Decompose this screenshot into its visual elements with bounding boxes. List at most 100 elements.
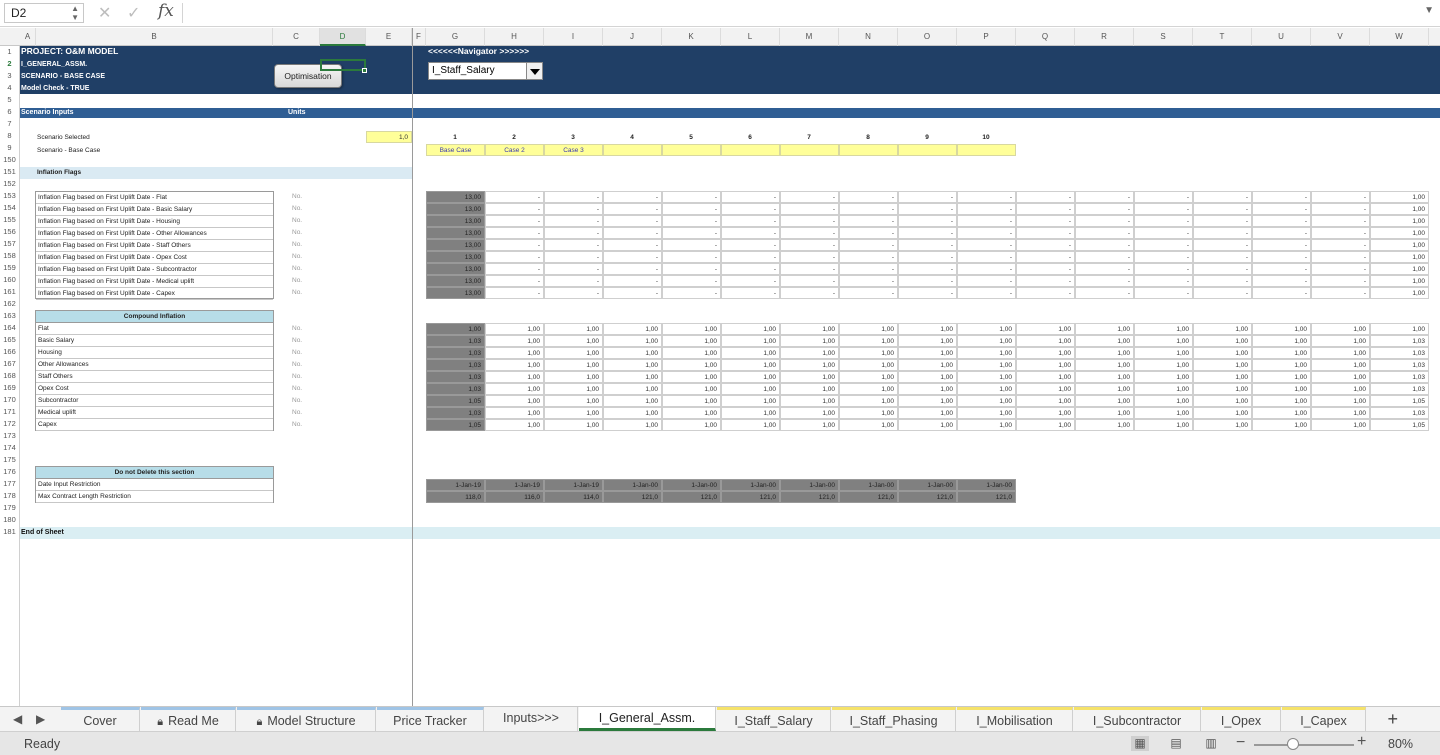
scenario-case-cell[interactable]: Case 2: [485, 144, 544, 156]
sheet-tab-i-staff-salary[interactable]: I_Staff_Salary: [717, 707, 831, 731]
compound-inflation-value[interactable]: 1,00: [780, 347, 839, 359]
inflation-flag-value[interactable]: -: [957, 251, 1016, 263]
restriction-length[interactable]: 121,0: [603, 491, 662, 503]
sheet-tab-i-subcontractor[interactable]: I_Subcontractor: [1074, 707, 1201, 731]
name-box[interactable]: D2 ▲ ▼: [4, 3, 84, 23]
restriction-date[interactable]: 1-Jan-00: [780, 479, 839, 491]
row-header-181[interactable]: 181: [0, 526, 19, 538]
inflation-flag-value[interactable]: -: [1016, 287, 1075, 299]
compound-inflation-value[interactable]: 1,00: [1075, 407, 1134, 419]
inflation-flag-value[interactable]: -: [839, 275, 898, 287]
inflation-flag-value[interactable]: -: [662, 239, 721, 251]
scenario-selected-input[interactable]: 1,0: [366, 131, 412, 143]
scenario-case-cell[interactable]: [839, 144, 898, 156]
compound-inflation-value[interactable]: 1,00: [1016, 335, 1075, 347]
sheet-tab-cover[interactable]: Cover: [61, 707, 140, 731]
name-box-stepper-icon[interactable]: ▲ ▼: [71, 4, 79, 22]
inflation-flag-value[interactable]: -: [957, 287, 1016, 299]
scenario-case-cell[interactable]: [957, 144, 1016, 156]
compound-inflation-value[interactable]: 1,00: [485, 347, 544, 359]
inflation-flag-value[interactable]: -: [544, 287, 603, 299]
inflation-flag-value[interactable]: -: [839, 239, 898, 251]
inflation-flag-value[interactable]: -: [1193, 251, 1252, 263]
compound-inflation-value[interactable]: 1,00: [898, 371, 957, 383]
row-header-7[interactable]: 7: [0, 118, 19, 130]
restriction-length[interactable]: 121,0: [898, 491, 957, 503]
compound-inflation-value[interactable]: 1,00: [662, 347, 721, 359]
scenario-case-cell[interactable]: [780, 144, 839, 156]
inflation-flag-value[interactable]: -: [485, 239, 544, 251]
compound-inflation-value[interactable]: 1,00: [1193, 359, 1252, 371]
compound-inflation-value[interactable]: 1,00: [603, 383, 662, 395]
tab-scroll-right-icon[interactable]: ▶: [36, 712, 45, 726]
compound-inflation-value[interactable]: 1,00: [1075, 359, 1134, 371]
compound-inflation-value[interactable]: 1,00: [544, 419, 603, 431]
inflation-flag-value[interactable]: -: [603, 275, 662, 287]
compound-inflation-value[interactable]: 1,00: [1075, 395, 1134, 407]
compound-inflation-value[interactable]: 1,00: [603, 407, 662, 419]
inflation-flag-value[interactable]: -: [839, 287, 898, 299]
sheet-tab-i-general-assm-[interactable]: I_General_Assm.: [579, 707, 716, 731]
column-header-v[interactable]: V: [1311, 28, 1370, 46]
inflation-flag-value[interactable]: -: [1016, 239, 1075, 251]
compound-inflation-value[interactable]: 1,00: [485, 323, 544, 335]
compound-inflation-value[interactable]: 1,00: [1134, 395, 1193, 407]
compound-inflation-value[interactable]: 1,00: [544, 371, 603, 383]
sheet-tab-price-tracker[interactable]: Price Tracker: [377, 707, 484, 731]
row-header-150[interactable]: 150: [0, 154, 19, 166]
row-header-152[interactable]: 152: [0, 178, 19, 190]
compound-inflation-value[interactable]: 1,00: [544, 383, 603, 395]
sheet-tab-inputs-[interactable]: Inputs>>>: [485, 707, 578, 731]
inflation-flag-value[interactable]: -: [721, 215, 780, 227]
compound-inflation-value[interactable]: 1,00: [662, 395, 721, 407]
cancel-icon[interactable]: ✕: [98, 3, 111, 23]
page-layout-view-icon[interactable]: ▤: [1167, 736, 1185, 751]
inflation-flag-value[interactable]: -: [1075, 251, 1134, 263]
inflation-flag-value[interactable]: -: [957, 275, 1016, 287]
compound-inflation-value[interactable]: 1,00: [721, 371, 780, 383]
inflation-flag-value[interactable]: -: [1311, 263, 1370, 275]
compound-inflation-value[interactable]: 1,00: [780, 323, 839, 335]
inflation-flag-value[interactable]: -: [544, 239, 603, 251]
compound-inflation-value[interactable]: 1,00: [898, 395, 957, 407]
compound-inflation-value[interactable]: 1,05: [1370, 419, 1429, 431]
inflation-flag-value[interactable]: -: [839, 263, 898, 275]
inflation-flag-value[interactable]: 13,00: [426, 215, 485, 227]
row-header-164[interactable]: 164: [0, 322, 19, 334]
inflation-flag-value[interactable]: 1,00: [1370, 287, 1429, 299]
inflation-flag-value[interactable]: -: [662, 191, 721, 203]
inflation-flag-value[interactable]: -: [1311, 239, 1370, 251]
inflation-flag-value[interactable]: -: [721, 251, 780, 263]
inflation-flag-value[interactable]: 13,00: [426, 263, 485, 275]
inflation-flag-value[interactable]: 13,00: [426, 251, 485, 263]
compound-inflation-value[interactable]: 1,00: [1193, 323, 1252, 335]
inflation-flag-value[interactable]: -: [544, 251, 603, 263]
compound-inflation-value[interactable]: 1,00: [1311, 419, 1370, 431]
inflation-flag-value[interactable]: 1,00: [1370, 239, 1429, 251]
compound-inflation-value[interactable]: 1,00: [1193, 419, 1252, 431]
inflation-flag-value[interactable]: -: [839, 215, 898, 227]
compound-inflation-value[interactable]: 1,00: [898, 359, 957, 371]
compound-inflation-value[interactable]: 1,00: [603, 359, 662, 371]
compound-inflation-value[interactable]: 1,00: [1311, 407, 1370, 419]
scenario-case-cell[interactable]: [721, 144, 780, 156]
compound-inflation-value[interactable]: 1,00: [898, 383, 957, 395]
inflation-flag-value[interactable]: 1,00: [1370, 251, 1429, 263]
row-header-8[interactable]: 8: [0, 130, 19, 142]
compound-inflation-value[interactable]: 1,00: [721, 407, 780, 419]
inflation-flag-value[interactable]: -: [1134, 275, 1193, 287]
compound-inflation-value[interactable]: 1,03: [426, 371, 485, 383]
sheet-tab-i-staff-phasing[interactable]: I_Staff_Phasing: [832, 707, 956, 731]
row-header-5[interactable]: 5: [0, 94, 19, 106]
chevron-down-icon[interactable]: [526, 63, 542, 79]
compound-inflation-value[interactable]: 1,00: [898, 407, 957, 419]
restriction-date[interactable]: 1-Jan-19: [544, 479, 603, 491]
column-header-u[interactable]: U: [1252, 28, 1311, 46]
compound-inflation-value[interactable]: 1,00: [1134, 347, 1193, 359]
compound-inflation-value[interactable]: 1,00: [721, 395, 780, 407]
compound-inflation-value[interactable]: 1,00: [1252, 323, 1311, 335]
inflation-flag-value[interactable]: -: [957, 239, 1016, 251]
inflation-flag-value[interactable]: -: [898, 215, 957, 227]
compound-inflation-value[interactable]: 1,00: [544, 359, 603, 371]
restriction-length[interactable]: 121,0: [839, 491, 898, 503]
